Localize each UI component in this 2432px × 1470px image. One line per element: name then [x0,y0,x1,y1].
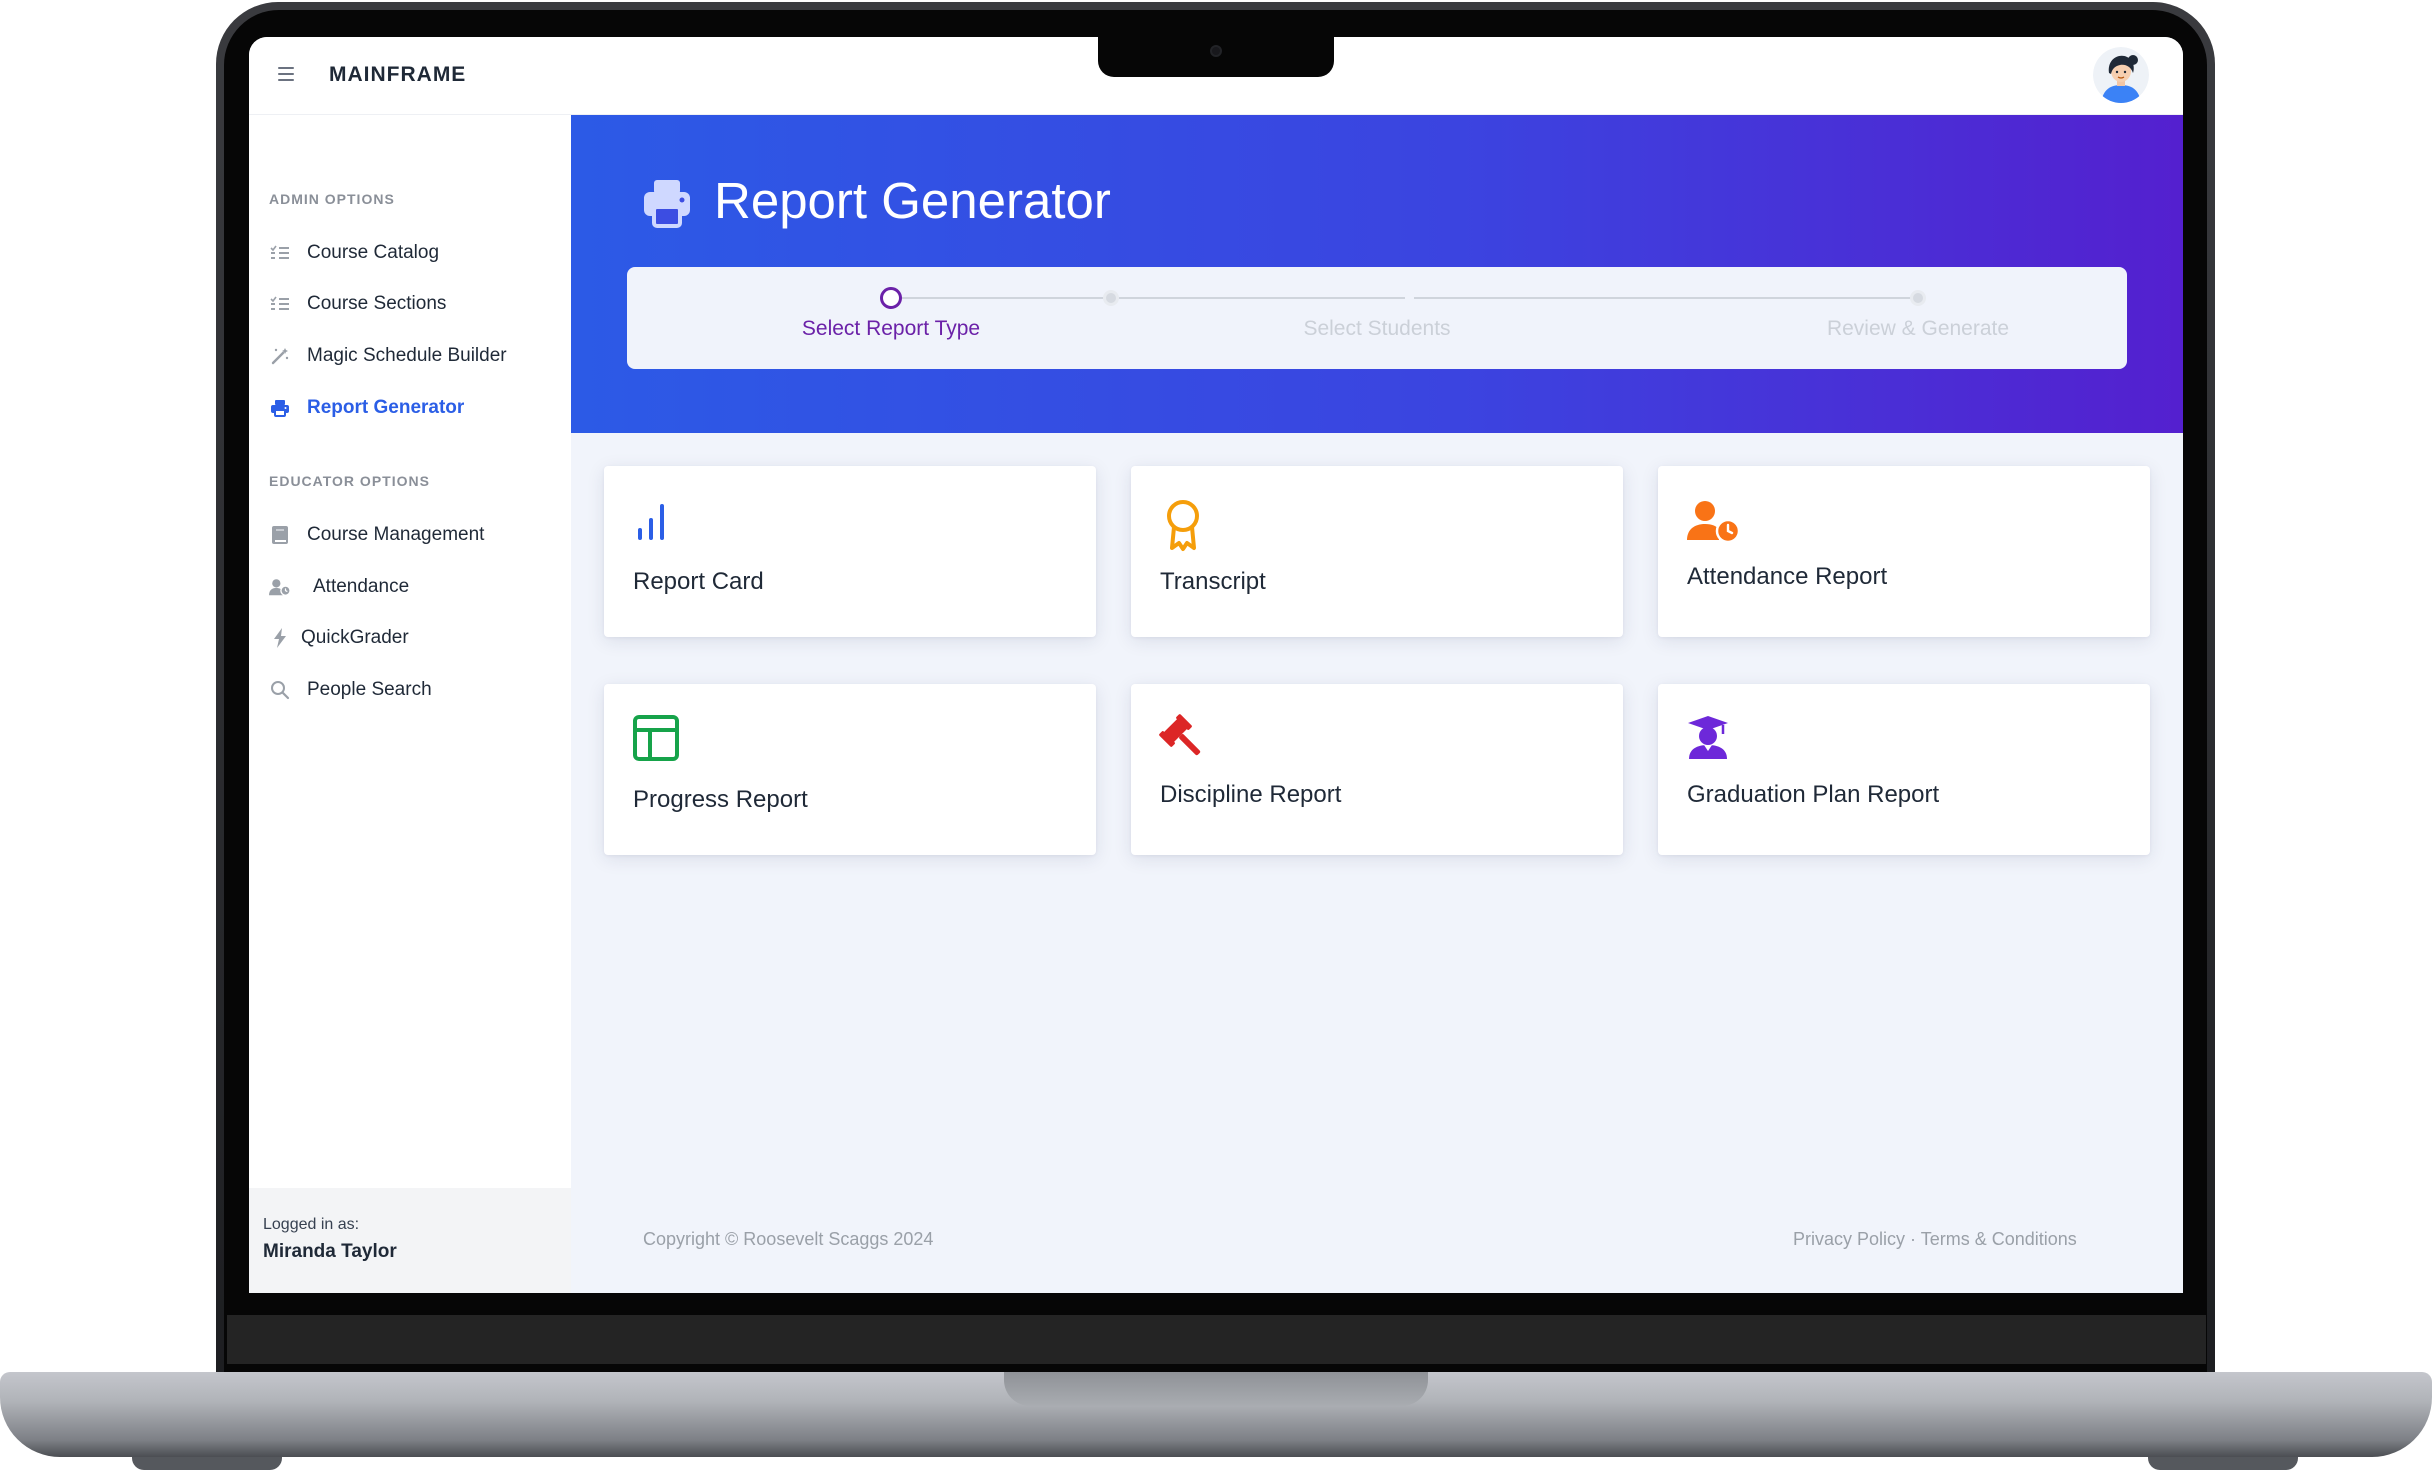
sidebar-item-label: Course Catalog [307,242,440,263]
user-clock-icon [1686,496,1741,546]
step-dot-select-students[interactable] [1103,290,1119,306]
report-type-card-discipline-report[interactable]: Discipline Report [1131,684,1623,855]
sidebar-item-quickgrader[interactable]: QuickGrader [269,623,409,653]
stepper: Select Report Type Select Students Revie… [627,267,2127,369]
list-icon [269,293,291,315]
sidebar-item-label: Magic Schedule Builder [307,345,507,366]
sidebar-item-label: Attendance [313,576,410,597]
copyright-text: Copyright © Roosevelt Scaggs 2024 [643,1229,934,1249]
sidebar-section-admin: ADMIN OPTIONS [269,191,395,207]
report-type-label: Attendance Report [1687,563,1888,590]
report-type-label: Graduation Plan Report [1687,781,1940,808]
step-dot-review-generate[interactable] [1910,290,1926,306]
camera-notch [1098,36,1334,77]
laptop-bezel-bottom [227,1315,2206,1364]
sidebar-item-course-management[interactable]: Course Management [269,520,484,550]
report-type-label: Transcript [1160,568,1266,595]
gavel-icon [1159,714,1209,764]
step-connector [1119,297,1405,299]
search-icon [269,679,291,701]
sidebar-item-course-sections[interactable]: Course Sections [269,289,446,319]
sidebar-section-educator: EDUCATOR OPTIONS [269,473,430,489]
logged-in-user: Miranda Taylor [263,1241,397,1262]
report-type-label: Discipline Report [1160,781,1342,808]
report-type-card-progress-report[interactable]: Progress Report [604,684,1096,855]
sidebar-item-label: Report Generator [307,397,465,418]
report-type-card-report-card[interactable]: Report Card [604,466,1096,637]
lightning-icon [269,627,291,649]
footer-separator: · [1910,1229,1917,1249]
list-icon [269,242,291,264]
step-connector [901,297,1111,299]
camera-icon [1210,45,1222,57]
sidebar-item-label: People Search [307,679,432,700]
report-type-label: Progress Report [633,786,808,813]
book-icon [269,524,291,546]
sidebar-item-label: Course Sections [307,293,447,314]
step-label-select-students[interactable]: Select Students [1227,317,1527,341]
award-ribbon-icon [1159,496,1209,551]
report-type-card-graduation-plan-report[interactable]: Graduation Plan Report [1658,684,2150,855]
sidebar-item-course-catalog[interactable]: Course Catalog [269,238,439,268]
laptop-foot-right [2148,1457,2298,1470]
report-generator-header: Report Generator Select Report Type Sele… [571,115,2183,433]
laptop-foot-left [132,1457,282,1470]
privacy-policy-link[interactable]: Privacy Policy [1793,1229,1905,1249]
step-label-review-generate[interactable]: Review & Generate [1768,317,2068,341]
user-clock-icon [269,576,291,598]
sidebar-item-label: Course Management [307,524,485,545]
printer-icon [269,397,291,419]
laptop-base-notch [1004,1372,1428,1406]
sidebar-item-label: QuickGrader [301,627,409,648]
magic-wand-icon [269,345,291,367]
layout-panel-icon [632,714,682,764]
sidebar-item-attendance[interactable]: Attendance [269,572,409,602]
app-screen: MAINFRAME ADMIN OPTIONS Course Catalog C… [249,37,2183,1293]
graduate-icon [1686,714,1736,764]
report-type-card-attendance-report[interactable]: Attendance Report [1658,466,2150,637]
report-type-label: Report Card [633,568,764,595]
sidebar-item-people-search[interactable]: People Search [269,675,432,705]
sidebar-item-magic-schedule-builder[interactable]: Magic Schedule Builder [269,341,507,371]
sidebar: ADMIN OPTIONS Course Catalog Course Sect… [249,115,571,1293]
menu-icon[interactable] [278,67,294,81]
logged-in-label: Logged in as: [263,1216,360,1233]
report-type-card-transcript[interactable]: Transcript [1131,466,1623,637]
logged-in-panel: Logged in as: Miranda Taylor [249,1188,571,1293]
terms-conditions-link[interactable]: Terms & Conditions [1921,1229,2077,1249]
avatar[interactable] [2093,47,2149,103]
page-title: Report Generator [714,172,1111,229]
footer-links: Privacy Policy · Terms & Conditions [1793,1229,2077,1250]
step-connector [1414,297,1912,299]
brand-title: MAINFRAME [329,63,467,86]
bar-chart-icon [632,496,682,546]
step-label-select-report-type[interactable]: Select Report Type [741,317,1041,341]
sidebar-item-report-generator[interactable]: Report Generator [269,393,464,423]
printer-icon [641,177,693,229]
step-dot-select-report-type[interactable] [880,287,902,309]
